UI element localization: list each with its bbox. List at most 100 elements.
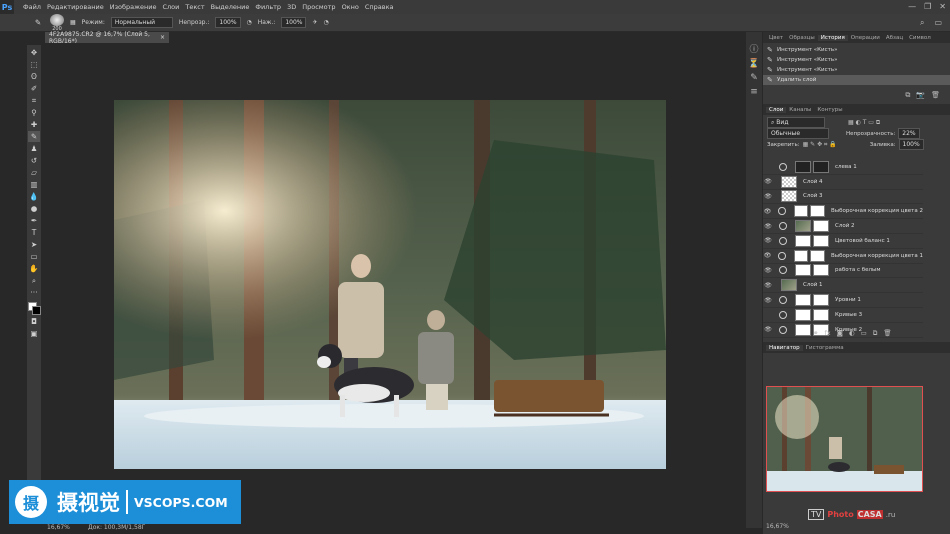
panel-tab[interactable]: Абзац (883, 35, 906, 41)
zoom-tool-icon[interactable]: ⌕ (28, 275, 40, 286)
panel-tab[interactable]: Символ (906, 35, 934, 41)
layer-mask-thumbnail[interactable] (813, 160, 829, 173)
group-icon[interactable]: ▭ (861, 329, 867, 338)
blend-mode-select[interactable]: Обычные (767, 128, 829, 139)
menu-item[interactable]: Слои (159, 3, 182, 11)
menu-item[interactable]: Текст (182, 3, 207, 11)
workspace-icon[interactable]: ▭ (934, 18, 942, 28)
layer-kind-select[interactable]: ⌕ Вид (767, 117, 825, 128)
visibility-eye-icon[interactable]: 👁 (763, 223, 773, 230)
shape-tool-icon[interactable]: ▭ (28, 251, 40, 262)
snapshot-icon[interactable]: 📷 (916, 91, 925, 100)
brush-tool-icon[interactable]: ✎ (32, 17, 44, 28)
marquee-tool-icon[interactable]: ⬚ (28, 59, 40, 70)
add-mask-icon[interactable]: ◙ (837, 329, 843, 338)
eyedropper-tool-icon[interactable]: ⚲ (28, 107, 40, 118)
lock-icons[interactable]: ▦ ✎ ✥ ⌗ 🔒 (803, 141, 837, 149)
background-color[interactable] (32, 306, 41, 315)
layer-opacity-field[interactable]: 22% (898, 128, 920, 139)
menu-item[interactable]: Справка (362, 3, 397, 11)
layer-row[interactable]: 👁 Уровни 1 (763, 293, 923, 308)
delete-layer-icon[interactable]: 🗑 (883, 329, 891, 338)
mode-select[interactable]: Нормальный (110, 17, 173, 28)
layer-row[interactable]: Кривые 3 (763, 308, 923, 323)
layer-mask-thumbnail[interactable] (813, 294, 829, 307)
pen-tool-icon[interactable]: ✒ (28, 215, 40, 226)
restore-icon[interactable]: ❐ (924, 2, 931, 11)
fx-icon[interactable]: fx (824, 329, 830, 338)
history-brush-tool-icon[interactable]: ↺ (28, 155, 40, 166)
menu-item[interactable]: 3D (284, 3, 299, 11)
path-select-tool-icon[interactable]: ➤ (28, 239, 40, 250)
clone-stamp-tool-icon[interactable]: ♟ (28, 143, 40, 154)
brush-tool-icon[interactable]: ✎ (28, 131, 40, 142)
history-panel-icon[interactable]: ⏳ (748, 59, 759, 69)
brush-panel-toggle-icon[interactable]: ▦ (70, 19, 76, 26)
airbrush-icon[interactable]: ✈ (312, 19, 317, 26)
layer-row[interactable]: 👁 работа с белым (763, 264, 923, 279)
new-layer-icon[interactable]: ⧉ (873, 329, 878, 338)
color-swatches[interactable] (27, 301, 41, 315)
menu-item[interactable]: Редактирование (44, 3, 107, 11)
visibility-eye-icon[interactable]: 👁 (763, 237, 773, 244)
visibility-eye-icon[interactable]: 👁 (763, 208, 772, 215)
fill-field[interactable]: 100% (898, 139, 924, 150)
layer-row[interactable]: 👁 Слой 2 (763, 219, 923, 234)
menu-item[interactable]: Изображение (107, 3, 160, 11)
gradient-tool-icon[interactable]: ▥ (28, 179, 40, 190)
layer-row[interactable]: 👁 Выборочная коррекция цвета 1 (763, 249, 923, 264)
visibility-eye-icon[interactable]: 👁 (763, 178, 773, 185)
menu-item[interactable]: Выделение (208, 3, 253, 11)
history-state[interactable]: ✎ Инструмент «Кисть» (763, 55, 950, 65)
layer-row[interactable]: 👁 Слой 4 (763, 175, 923, 190)
visibility-eye-icon[interactable]: 👁 (763, 193, 773, 200)
history-state[interactable]: ✎ Инструмент «Кисть» (763, 45, 950, 55)
document-tab[interactable]: 4F2A9875.CR2 @ 16,7% (Слой 5, RGB/16*) × (45, 31, 169, 45)
quick-select-tool-icon[interactable]: ✐ (28, 83, 40, 94)
crop-tool-icon[interactable]: ⌗ (28, 95, 40, 106)
minimize-icon[interactable]: — (908, 2, 916, 11)
layer-row[interactable]: 👁 Слой 1 (763, 278, 923, 294)
link-layers-icon[interactable]: ⚭ (813, 329, 818, 338)
pressure-field[interactable]: 100% (281, 17, 307, 28)
menu-item[interactable]: Окно (339, 3, 362, 11)
layer-mask-thumbnail[interactable] (813, 308, 829, 321)
panel-tab[interactable]: Операции (848, 35, 883, 41)
quick-mask-icon[interactable]: ◘ (28, 316, 40, 327)
pressure-size-icon[interactable]: ◔ (324, 19, 329, 26)
document-image[interactable] (114, 100, 666, 469)
layer-row[interactable]: 👁 Цветовой баланс 1 (763, 234, 923, 249)
layer-mask-thumbnail[interactable] (813, 220, 829, 233)
lasso-tool-icon[interactable]: ʘ (28, 71, 40, 82)
move-tool-icon[interactable]: ✥ (28, 47, 40, 58)
opacity-field[interactable]: 100% (215, 17, 241, 28)
trash-icon[interactable]: 🗑 (931, 91, 940, 100)
brush-preset-picker[interactable]: 200 (50, 13, 64, 32)
layers-tab[interactable]: Слои (766, 106, 787, 113)
layer-row[interactable]: слева 1 (763, 160, 923, 175)
filter-icons[interactable]: ▦ ◐ T ▭ ⧉ (848, 119, 880, 127)
layer-mask-thumbnail[interactable] (813, 234, 829, 247)
layer-mask-thumbnail[interactable] (813, 264, 829, 277)
type-tool-icon[interactable]: T (28, 227, 40, 238)
navigator-zoom[interactable]: 16,67% (766, 523, 789, 530)
navigator-tab[interactable]: Гистограмма (803, 345, 847, 351)
info-icon[interactable]: ⓘ (749, 42, 758, 55)
history-state[interactable]: ✎ Удалить слой (763, 75, 950, 85)
adjustment-layer-icon[interactable]: ◐ (849, 329, 855, 338)
panel-tab[interactable]: Цвет (766, 35, 786, 41)
navigator-preview[interactable] (766, 386, 923, 492)
status-zoom[interactable]: 16,67% (47, 524, 70, 531)
history-state[interactable]: ✎ Инструмент «Кисть» (763, 65, 950, 75)
panel-tab[interactable]: История (817, 34, 848, 41)
visibility-eye-icon[interactable]: 👁 (763, 252, 772, 259)
pressure-opacity-icon[interactable]: ◔ (247, 19, 252, 26)
brushes-panel-icon[interactable]: ✎ (750, 73, 758, 83)
layers-tab[interactable]: Контуры (814, 107, 845, 113)
more-tools-icon[interactable]: ··· (28, 287, 40, 298)
screen-mode-icon[interactable]: ▣ (28, 328, 40, 339)
hand-tool-icon[interactable]: ✋ (28, 263, 40, 274)
navigator-tab[interactable]: Навигатор (766, 344, 803, 351)
close-document-icon[interactable]: × (160, 34, 165, 41)
visibility-eye-icon[interactable]: 👁 (763, 267, 773, 274)
